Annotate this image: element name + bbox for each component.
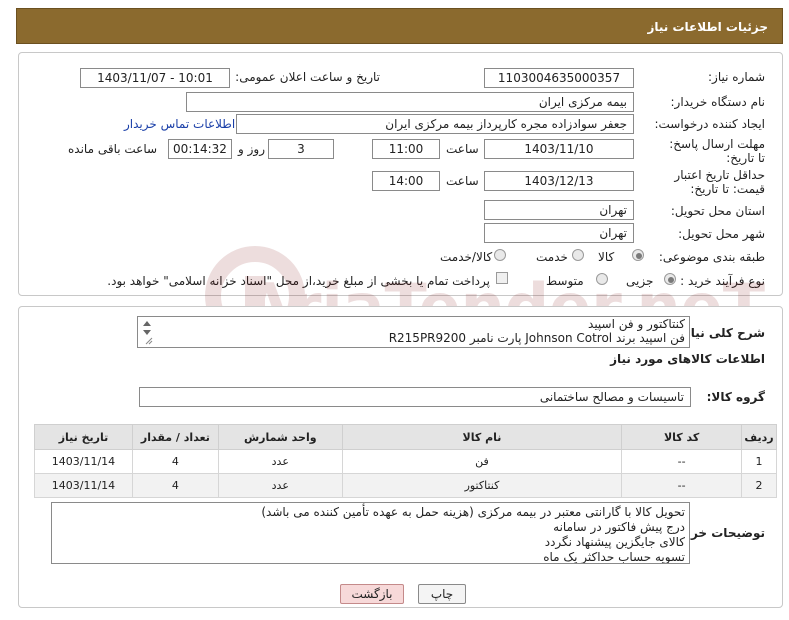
page-header: جزئیات اطلاعات نیاز xyxy=(16,8,783,44)
goods-section-title: اطلاعات کالاهای مورد نیاز xyxy=(610,352,765,366)
treasury-payment-checkbox[interactable] xyxy=(496,272,508,284)
cell-item-name: کنتاکتور xyxy=(341,473,623,498)
cell-need-date: 1403/11/14 xyxy=(34,449,133,474)
process-radio-minor[interactable] xyxy=(664,273,676,285)
summary-line-2: فن اسپید برند Johnson Cotrol پارت نامبر … xyxy=(388,331,685,345)
buyer-note-line-4: تسویه حساب حداکثر یک ماه xyxy=(543,550,685,564)
city-field: تهران xyxy=(484,223,634,243)
goods-table-header: ردیف کد کالا نام کالا واحد شمارش تعداد /… xyxy=(34,424,777,450)
category-radio-goods-service[interactable] xyxy=(494,249,506,261)
cell-item-name: فن xyxy=(341,449,623,474)
cell-unit: عدد xyxy=(217,473,343,498)
buyer-note-line-3: کالای جایگزین پیشنهاد نگردد xyxy=(544,535,685,549)
price-validity-label: حداقل تاریخ اعتبار قیمت: تا تاریخ: xyxy=(674,168,765,196)
buyer-contact-link[interactable]: اطلاعات تماس خریدار xyxy=(124,117,235,131)
announce-datetime-label: تاریخ و ساعت اعلان عمومی: xyxy=(235,70,380,84)
col-header-unit: واحد شمارش xyxy=(217,424,343,450)
process-option-medium: متوسط xyxy=(546,274,584,288)
table-row: 2 -- کنتاکتور عدد 4 1403/11/14 xyxy=(34,473,777,498)
summary-textarea[interactable]: کنتاکتور و فن اسپید فن اسپید برند Johnso… xyxy=(137,316,690,348)
summary-label: شرح کلی نیاز: xyxy=(679,326,765,340)
buyer-note-line-1: تحویل کالا با گارانتی معتبر در بیمه مرکز… xyxy=(261,505,685,519)
cell-row-number: 2 xyxy=(741,473,777,498)
price-validity-date-field: 1403/12/13 xyxy=(484,171,634,191)
scroll-down-icon xyxy=(143,330,151,335)
cell-quantity: 4 xyxy=(131,449,219,474)
time-remaining-label: ساعت باقی مانده xyxy=(68,142,158,156)
need-number-label: شماره نیاز: xyxy=(708,70,765,84)
cell-row-number: 1 xyxy=(741,449,777,474)
city-label: شهر محل تحویل: xyxy=(678,227,765,241)
days-remaining-field: 3 xyxy=(268,139,334,159)
scroll-up-icon xyxy=(143,321,151,326)
province-field: تهران xyxy=(484,200,634,220)
deadline-time-field: 11:00 xyxy=(372,139,440,159)
buyer-notes-textarea[interactable]: تحویل کالا با گارانتی معتبر در بیمه مرکز… xyxy=(51,502,690,564)
table-row: 1 -- فن عدد 4 1403/11/14 xyxy=(34,449,777,474)
print-button[interactable]: چاپ xyxy=(418,584,466,604)
summary-scroll-control[interactable] xyxy=(140,318,154,346)
buyer-org-field: بیمه مرکزی ایران xyxy=(186,92,634,112)
category-radio-service[interactable] xyxy=(572,249,584,261)
resize-grip-icon xyxy=(145,337,153,345)
process-type-label: نوع فرآیند خرید : xyxy=(680,274,765,288)
creator-label: ایجاد کننده درخواست: xyxy=(654,117,765,131)
page-title: جزئیات اطلاعات نیاز xyxy=(647,20,768,34)
time-remaining-field: 00:14:32 xyxy=(168,139,232,159)
treasury-payment-note: پرداخت تمام یا بخشی از مبلغ خرید،از محل … xyxy=(107,274,490,288)
col-header-row-number: ردیف xyxy=(741,424,777,450)
category-label: طبقه بندی موضوعی: xyxy=(658,250,765,264)
back-button[interactable]: بازگشت xyxy=(340,584,404,604)
cell-item-code: -- xyxy=(621,449,743,474)
cell-unit: عدد xyxy=(217,449,343,474)
category-option-goods-service: کالا/خدمت xyxy=(440,250,493,264)
cell-item-code: -- xyxy=(621,473,743,498)
goods-table: ردیف کد کالا نام کالا واحد شمارش تعداد /… xyxy=(34,424,777,498)
province-label: استان محل تحویل: xyxy=(670,204,765,218)
price-validity-time-label: ساعت xyxy=(446,174,479,188)
announce-datetime-field: 1403/11/07 - 10:01 xyxy=(80,68,230,88)
col-header-item-name: نام کالا xyxy=(341,424,623,450)
deadline-label: مهلت ارسال پاسخ: تا تاریخ: xyxy=(669,137,765,165)
cell-need-date: 1403/11/14 xyxy=(34,473,133,498)
category-radio-goods[interactable] xyxy=(632,249,644,261)
col-header-quantity: تعداد / مقدار xyxy=(131,424,219,450)
price-validity-time-field: 14:00 xyxy=(372,171,440,191)
category-option-service: خدمت xyxy=(536,250,568,264)
process-option-minor: جزیی xyxy=(626,274,654,288)
need-number-field: 1103004635000357 xyxy=(484,68,634,88)
goods-group-field: تاسیسات و مصالح ساختمانی xyxy=(139,387,691,407)
buyer-org-label: نام دستگاه خریدار: xyxy=(670,95,766,109)
days-label: روز و xyxy=(238,142,265,156)
creator-field: جعفر سوادزاده مجره کارپرداز بیمه مرکزی ا… xyxy=(236,114,634,134)
deadline-time-label: ساعت xyxy=(446,142,479,156)
col-header-need-date: تاریخ نیاز xyxy=(34,424,133,450)
goods-group-label: گروه کالا: xyxy=(706,390,765,404)
summary-line-1: کنتاکتور و فن اسپید xyxy=(588,317,685,331)
process-radio-medium[interactable] xyxy=(596,273,608,285)
deadline-date-field: 1403/11/10 xyxy=(484,139,634,159)
category-option-goods: کالا xyxy=(598,250,615,264)
col-header-item-code: کد کالا xyxy=(621,424,743,450)
buyer-note-line-2: درج پیش فاکتور در سامانه xyxy=(553,520,685,534)
cell-quantity: 4 xyxy=(131,473,219,498)
